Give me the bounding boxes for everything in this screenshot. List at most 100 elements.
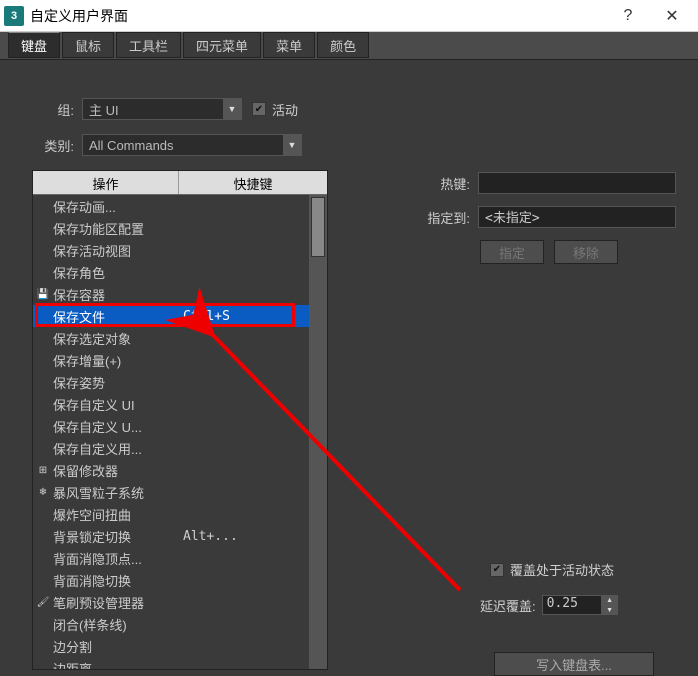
row-action: 保存自定义 UI [53, 395, 183, 414]
row-icon [35, 221, 51, 235]
list-row[interactable]: 🖌笔刷预设管理器 [33, 591, 309, 613]
list-row[interactable]: 闭合(样条线) [33, 613, 309, 635]
spinner-down-icon[interactable]: ▼ [602, 605, 618, 615]
list-row[interactable]: 背面消隐切换 [33, 569, 309, 591]
list-row[interactable]: 保存文件Ctrl+S [33, 305, 309, 327]
write-keyboard-button[interactable]: 写入键盘表... [494, 652, 654, 676]
remove-button[interactable]: 移除 [554, 240, 618, 264]
row-action: 背面消隐切换 [53, 571, 183, 590]
tab-quad[interactable]: 四元菜单 [183, 32, 261, 58]
row-action: 保存姿势 [53, 373, 183, 392]
list-row[interactable]: 背景锁定切换Alt+... [33, 525, 309, 547]
app-icon: 3 [4, 6, 24, 26]
list-body[interactable]: 保存动画...保存功能区配置保存活动视图保存角色💾保存容器保存文件Ctrl+S保… [33, 195, 309, 669]
tab-keyboard[interactable]: 键盘 [8, 32, 60, 58]
list-row[interactable]: 保存功能区配置 [33, 217, 309, 239]
action-list: 操作 快捷键 保存动画...保存功能区配置保存活动视图保存角色💾保存容器保存文件… [32, 170, 328, 670]
override-active-label: 覆盖处于活动状态 [510, 560, 614, 579]
list-row[interactable]: 保存角色 [33, 261, 309, 283]
col-shortcut[interactable]: 快捷键 [179, 171, 327, 194]
row-action: 背面消隐顶点... [53, 549, 183, 568]
tab-color[interactable]: 颜色 [317, 32, 369, 58]
row-action: 暴风雪粒子系统 [53, 483, 183, 502]
list-row[interactable]: 保存选定对象 [33, 327, 309, 349]
scrollbar[interactable] [309, 195, 327, 669]
active-checkbox[interactable] [252, 102, 266, 116]
row-icon [35, 265, 51, 279]
list-row[interactable]: 保存增量(+) [33, 349, 309, 371]
row-icon [35, 397, 51, 411]
row-icon [35, 243, 51, 257]
tab-toolbar[interactable]: 工具栏 [116, 32, 181, 58]
row-action: 保存容器 [53, 285, 183, 304]
tab-menu[interactable]: 菜单 [263, 32, 315, 58]
delay-override-label: 延迟覆盖: [480, 596, 536, 615]
help-button[interactable]: ? [606, 1, 650, 31]
list-row[interactable]: 边分割 [33, 635, 309, 657]
row-icon [35, 375, 51, 389]
assign-to-display: <未指定> [478, 206, 676, 228]
row-icon: 🖌 [35, 595, 51, 609]
delay-override-value[interactable]: 0.25 [542, 595, 602, 615]
hotkey-label: 热键: [360, 174, 470, 193]
group-dropdown[interactable]: 主 UI ▼ [82, 98, 242, 120]
scroll-thumb[interactable] [311, 197, 325, 257]
chevron-down-icon: ▼ [223, 99, 241, 119]
list-row[interactable]: ❄暴风雪粒子系统 [33, 481, 309, 503]
row-icon [35, 419, 51, 433]
row-icon: 💾 [35, 287, 51, 301]
list-row[interactable]: 背面消隐顶点... [33, 547, 309, 569]
content-area: 组: 主 UI ▼ 活动 类别: All Commands ▼ [0, 60, 698, 156]
row-action: 保留修改器 [53, 461, 183, 480]
list-row[interactable]: ⊞保留修改器 [33, 459, 309, 481]
spinner-up-icon[interactable]: ▲ [602, 595, 618, 605]
row-action: 边分割 [53, 637, 183, 656]
tabs-bar: 键盘 鼠标 工具栏 四元菜单 菜单 颜色 [0, 32, 698, 60]
list-row[interactable]: 爆炸空间扭曲 [33, 503, 309, 525]
row-icon [35, 529, 51, 543]
spinner-buttons[interactable]: ▲ ▼ [602, 595, 618, 615]
row-action: 保存文件 [53, 307, 183, 326]
list-row[interactable]: 保存动画... [33, 195, 309, 217]
tab-mouse[interactable]: 鼠标 [62, 32, 114, 58]
group-label: 组: [20, 100, 74, 119]
row-icon [35, 507, 51, 521]
list-header: 操作 快捷键 [33, 171, 327, 195]
list-row[interactable]: 保存活动视图 [33, 239, 309, 261]
row-action: 保存活动视图 [53, 241, 183, 260]
row-action: 保存增量(+) [53, 351, 183, 370]
row-action: 笔刷预设管理器 [53, 593, 183, 612]
list-row[interactable]: 保存自定义 UI [33, 393, 309, 415]
category-dropdown-value: All Commands [89, 138, 174, 153]
list-row[interactable]: 边距离 [33, 657, 309, 669]
row-icon [35, 353, 51, 367]
row-icon [35, 309, 51, 323]
list-row[interactable]: 保存自定义用... [33, 437, 309, 459]
row-action: 保存功能区配置 [53, 219, 183, 238]
list-row[interactable]: 保存自定义 U... [33, 415, 309, 437]
row-action: 保存自定义 U... [53, 417, 183, 436]
override-active-checkbox[interactable] [490, 563, 504, 577]
right-panel: 热键: 指定到: <未指定> 指定 移除 [360, 172, 688, 264]
row-icon [35, 661, 51, 669]
category-label: 类别: [20, 136, 74, 155]
col-action[interactable]: 操作 [33, 171, 179, 194]
row-icon: ❄ [35, 485, 51, 499]
chevron-down-icon: ▼ [283, 135, 301, 155]
assign-button[interactable]: 指定 [480, 240, 544, 264]
category-dropdown[interactable]: All Commands ▼ [82, 134, 302, 156]
hotkey-input[interactable] [478, 172, 676, 194]
group-dropdown-value: 主 UI [89, 100, 119, 119]
title-bar: 3 自定义用户界面 ? ✕ [0, 0, 698, 32]
list-row[interactable]: 💾保存容器 [33, 283, 309, 305]
row-icon [35, 331, 51, 345]
row-icon [35, 639, 51, 653]
row-action: 保存动画... [53, 197, 183, 216]
active-label: 活动 [272, 100, 298, 119]
row-action: 边距离 [53, 659, 183, 670]
close-button[interactable]: ✕ [650, 1, 694, 31]
row-action: 保存角色 [53, 263, 183, 282]
list-row[interactable]: 保存姿势 [33, 371, 309, 393]
row-action: 爆炸空间扭曲 [53, 505, 183, 524]
row-icon [35, 551, 51, 565]
